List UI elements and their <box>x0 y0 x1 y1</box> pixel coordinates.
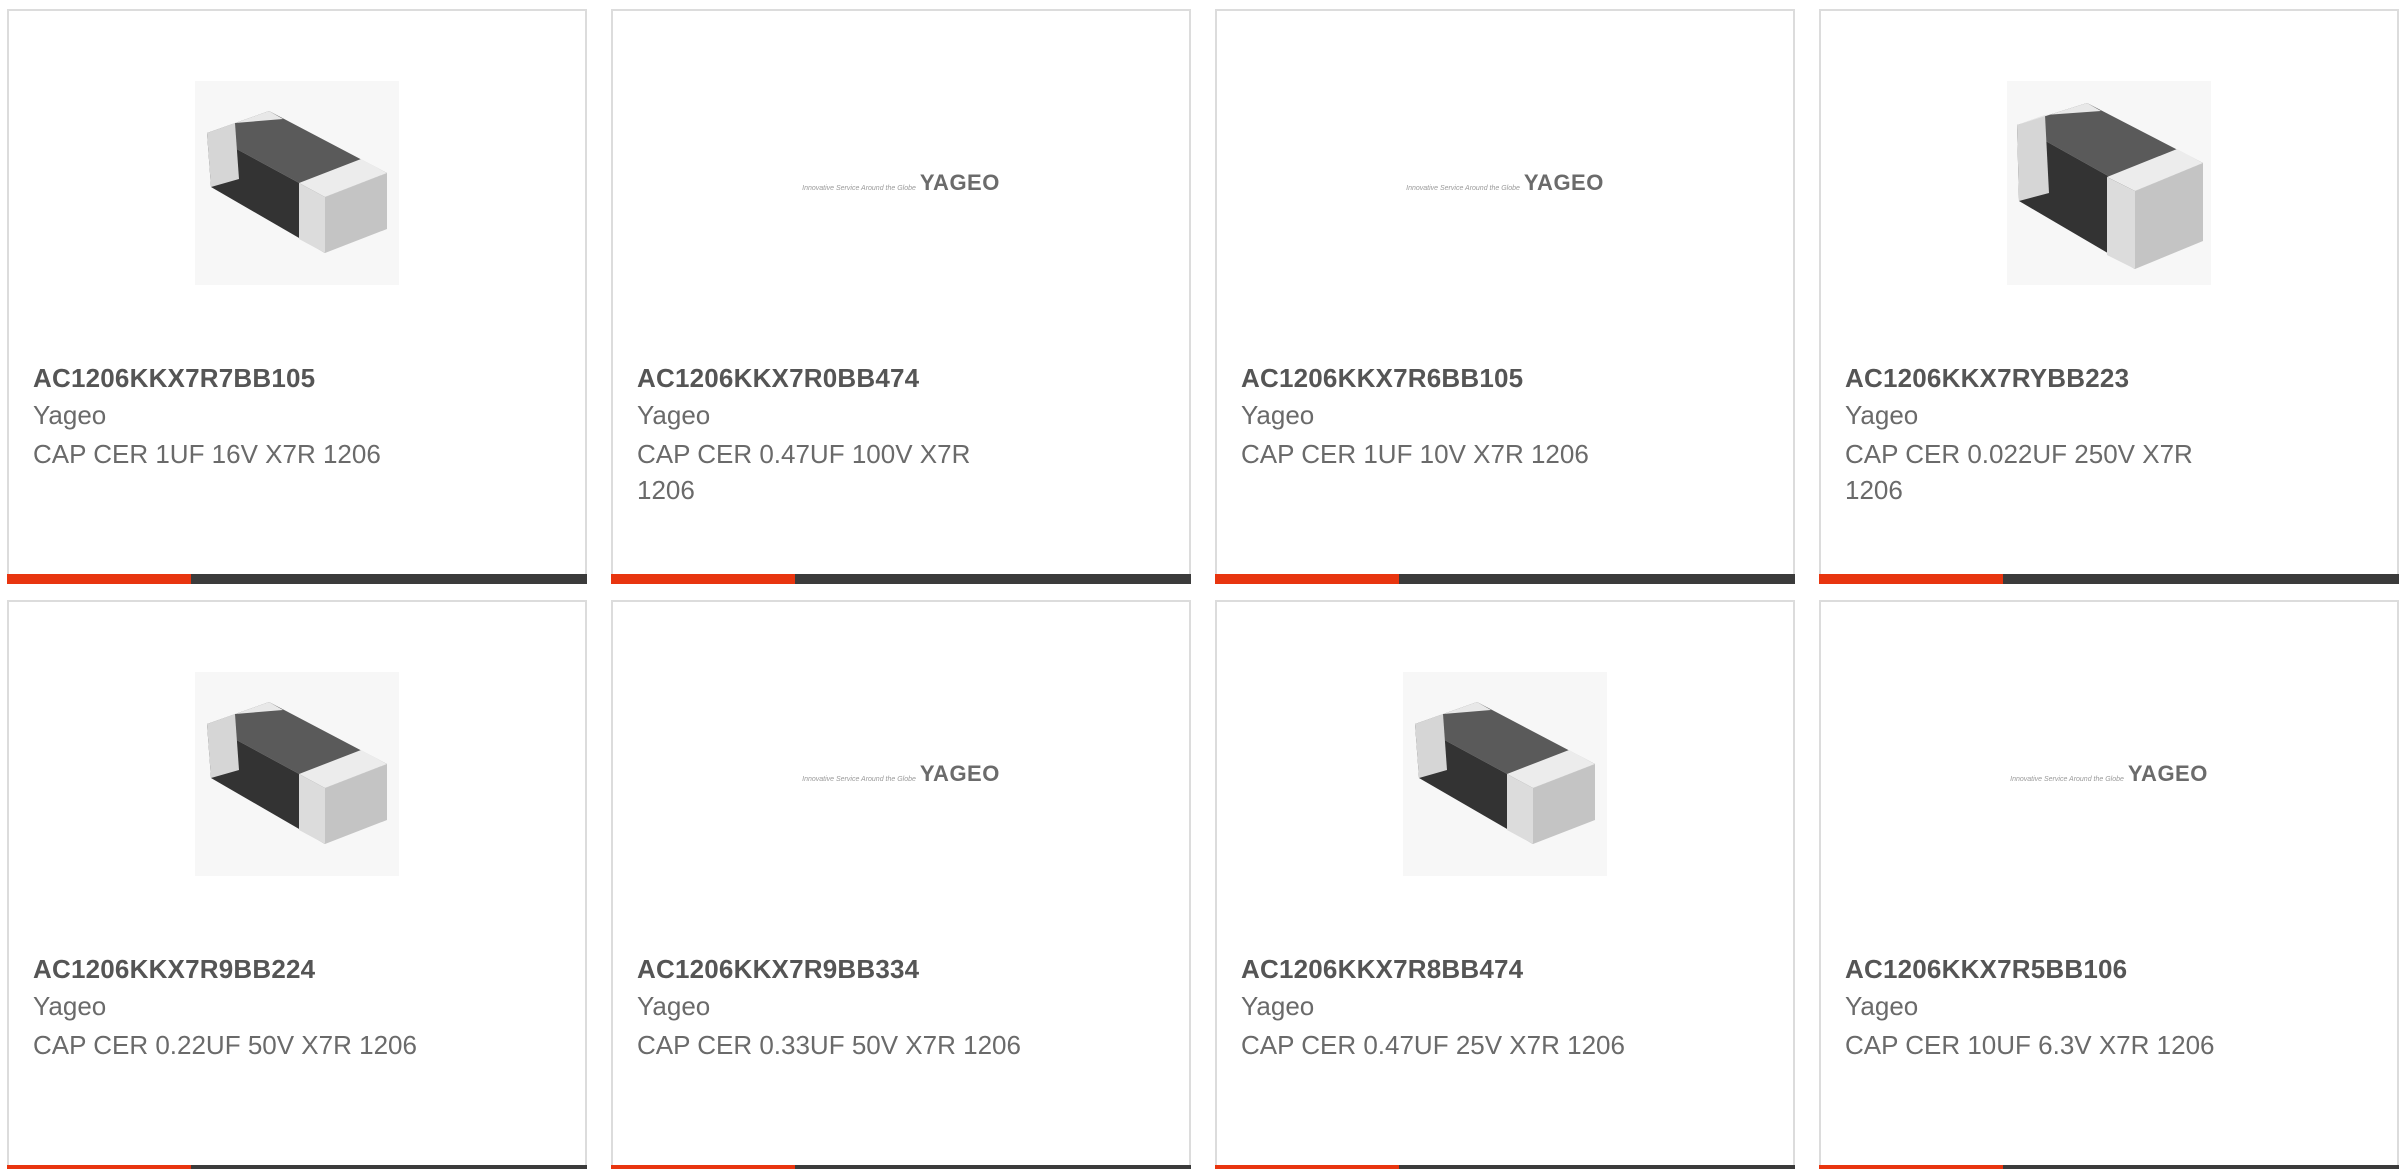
card-bottom-bar <box>611 574 1191 584</box>
part-number[interactable]: AC1206KKX7RYBB223 <box>1845 363 2129 394</box>
description: CAP CER 1UF 16V X7R 1206 <box>33 439 381 469</box>
product-card[interactable]: Innovative Service Around the Globe YAGE… <box>1215 9 1795 584</box>
description: CAP CER 0.47UF 100V X7R 1206 <box>637 439 971 505</box>
logo-tagline: Innovative Service Around the Globe <box>1406 185 1520 192</box>
logo-wordmark: YAGEO <box>919 170 1000 195</box>
manufacturer: Yageo <box>1845 991 1919 1021</box>
manufacturer: Yageo <box>637 991 711 1021</box>
bar-accent <box>611 1165 795 1169</box>
card-bottom-bar <box>7 1165 587 1169</box>
product-card[interactable]: AC1206KKX7R7BB105 Yageo CAP CER 1UF 16V … <box>7 9 587 584</box>
product-card[interactable]: Innovative Service Around the Globe YAGE… <box>1819 600 2399 1169</box>
description: CAP CER 0.22UF 50V X7R 1206 <box>33 1030 417 1060</box>
card-bottom-bar <box>1215 574 1795 584</box>
manufacturer: Yageo <box>1241 400 1315 430</box>
card-bottom-bar <box>1819 1165 2399 1169</box>
yageo-logo-image: Innovative Service Around the Globe YAGE… <box>799 672 1003 876</box>
logo-wordmark: YAGEO <box>919 761 1000 786</box>
bar-rest <box>1399 574 1795 584</box>
part-number[interactable]: AC1206KKX7R9BB334 <box>637 954 919 985</box>
bar-accent <box>611 574 795 584</box>
bar-accent <box>1215 574 1399 584</box>
product-card[interactable]: AC1206KKX7R9BB224 Yageo CAP CER 0.22UF 5… <box>7 600 587 1169</box>
logo-tagline: Innovative Service Around the Globe <box>2010 776 2124 783</box>
card-bottom-bar <box>1819 574 2399 584</box>
bar-rest <box>795 1165 1191 1169</box>
description: CAP CER 10UF 6.3V X7R 1206 <box>1845 1030 2215 1060</box>
manufacturer: Yageo <box>33 400 107 430</box>
bar-accent <box>1215 1165 1399 1169</box>
card-bottom-bar <box>7 574 587 584</box>
bar-accent <box>7 1165 191 1169</box>
bar-rest <box>191 1165 587 1169</box>
bar-accent <box>1819 1165 2003 1169</box>
part-number[interactable]: AC1206KKX7R9BB224 <box>33 954 315 985</box>
bar-rest <box>2003 1165 2399 1169</box>
logo-tagline: Innovative Service Around the Globe <box>802 776 916 783</box>
chip-capacitor-image <box>2007 81 2211 285</box>
manufacturer: Yageo <box>637 400 711 430</box>
manufacturer: Yageo <box>1845 400 1919 430</box>
part-number[interactable]: AC1206KKX7R0BB474 <box>637 363 919 394</box>
yageo-logo-image: Innovative Service Around the Globe YAGE… <box>799 81 1003 285</box>
logo-wordmark: YAGEO <box>1523 170 1604 195</box>
description: CAP CER 0.022UF 250V X7R 1206 <box>1845 439 2193 505</box>
chip-capacitor-image <box>195 81 399 285</box>
manufacturer: Yageo <box>33 991 107 1021</box>
bar-rest <box>191 574 587 584</box>
product-grid: AC1206KKX7R7BB105 Yageo CAP CER 1UF 16V … <box>0 0 2400 1169</box>
description: CAP CER 0.47UF 25V X7R 1206 <box>1241 1030 1625 1060</box>
yageo-logo-image: Innovative Service Around the Globe YAGE… <box>2007 672 2211 876</box>
product-card[interactable]: AC1206KKX7RYBB223 Yageo CAP CER 0.022UF … <box>1819 9 2399 584</box>
bar-rest <box>2003 574 2399 584</box>
yageo-logo: Innovative Service Around the Globe YAGE… <box>2010 761 2208 787</box>
bar-rest <box>795 574 1191 584</box>
product-card[interactable]: AC1206KKX7R8BB474 Yageo CAP CER 0.47UF 2… <box>1215 600 1795 1169</box>
yageo-logo: Innovative Service Around the Globe YAGE… <box>802 170 1000 196</box>
chip-capacitor-image <box>1403 672 1607 876</box>
chip-capacitor-image <box>195 672 399 876</box>
part-number[interactable]: AC1206KKX7R5BB106 <box>1845 954 2127 985</box>
bar-accent <box>1819 574 2003 584</box>
yageo-logo: Innovative Service Around the Globe YAGE… <box>1406 170 1604 196</box>
part-number[interactable]: AC1206KKX7R8BB474 <box>1241 954 1523 985</box>
product-card[interactable]: Innovative Service Around the Globe YAGE… <box>611 9 1191 584</box>
part-number[interactable]: AC1206KKX7R7BB105 <box>33 363 315 394</box>
bar-accent <box>7 574 191 584</box>
yageo-logo-image: Innovative Service Around the Globe YAGE… <box>1403 81 1607 285</box>
card-bottom-bar <box>611 1165 1191 1169</box>
logo-tagline: Innovative Service Around the Globe <box>802 185 916 192</box>
card-bottom-bar <box>1215 1165 1795 1169</box>
bar-rest <box>1399 1165 1795 1169</box>
logo-wordmark: YAGEO <box>2127 761 2208 786</box>
description: CAP CER 0.33UF 50V X7R 1206 <box>637 1030 1021 1060</box>
part-number[interactable]: AC1206KKX7R6BB105 <box>1241 363 1523 394</box>
description: CAP CER 1UF 10V X7R 1206 <box>1241 439 1589 469</box>
product-card[interactable]: Innovative Service Around the Globe YAGE… <box>611 600 1191 1169</box>
manufacturer: Yageo <box>1241 991 1315 1021</box>
yageo-logo: Innovative Service Around the Globe YAGE… <box>802 761 1000 787</box>
